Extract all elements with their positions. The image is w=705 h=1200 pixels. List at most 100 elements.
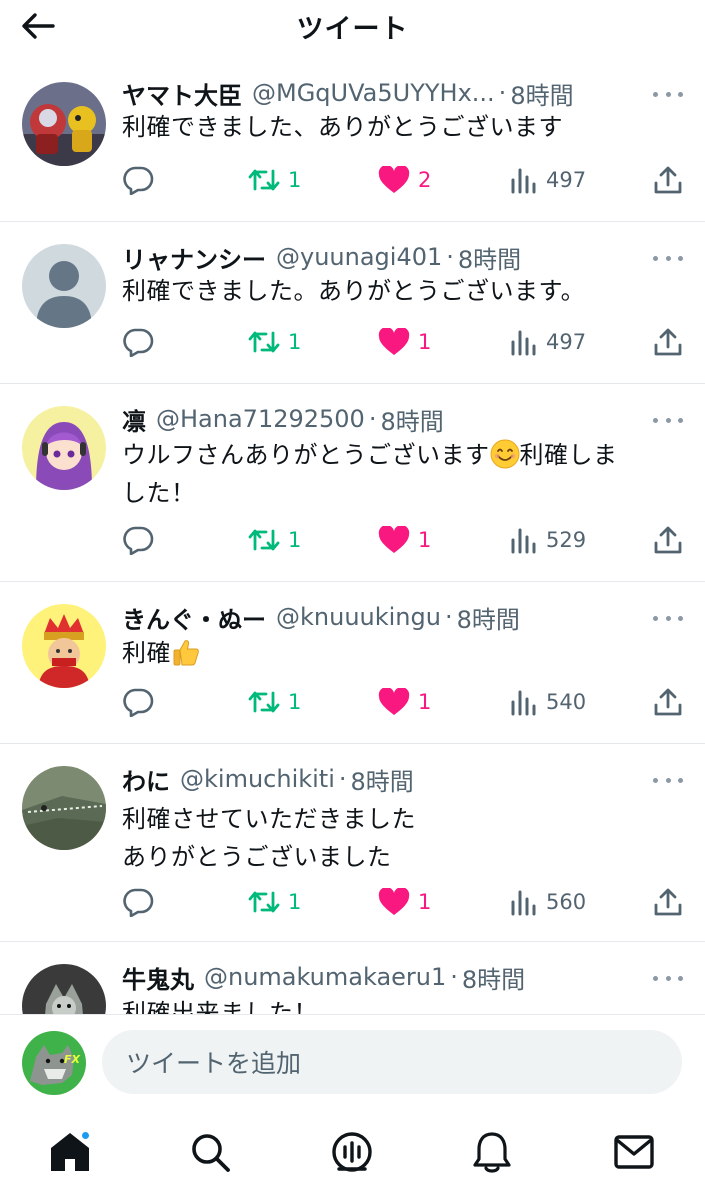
reply-text: 利確させていただきました ありがとうございました xyxy=(122,805,416,871)
retweet-count: 1 xyxy=(288,168,302,192)
like-button[interactable]: 1 xyxy=(378,684,431,720)
avatar[interactable] xyxy=(22,82,106,166)
retweet-count: 1 xyxy=(288,690,302,714)
page-title: ツイート xyxy=(296,13,409,45)
share-icon xyxy=(654,526,682,554)
author-name[interactable]: 凛 xyxy=(122,402,146,437)
reply-icon xyxy=(123,688,154,717)
avatar[interactable] xyxy=(22,604,106,688)
views-button[interactable]: 497 xyxy=(510,162,586,198)
nav-spaces[interactable] xyxy=(328,1128,376,1176)
separator-dot: · xyxy=(446,243,454,271)
reply-item[interactable]: わに @kimuchikiti · 8時間 利確させていただきました ありがとう… xyxy=(0,744,705,942)
messages-icon xyxy=(614,1135,654,1169)
like-button[interactable]: 1 xyxy=(378,324,431,360)
like-count: 1 xyxy=(418,690,432,714)
reply-button[interactable] xyxy=(122,162,154,198)
view-count: 497 xyxy=(546,330,587,354)
share-button[interactable] xyxy=(653,684,683,720)
nav-notifications[interactable] xyxy=(468,1128,516,1176)
share-button[interactable] xyxy=(653,324,683,360)
author-name[interactable]: わに xyxy=(122,762,170,797)
views-button[interactable]: 497 xyxy=(510,324,586,360)
more-options-button[interactable] xyxy=(653,774,683,786)
share-icon xyxy=(654,888,682,916)
author-name[interactable]: きんぐ・ぬー xyxy=(122,600,266,635)
like-button[interactable]: 1 xyxy=(378,522,431,558)
reply-button[interactable] xyxy=(122,324,154,360)
author-name[interactable]: ヤマト大臣 xyxy=(122,76,242,111)
timestamp[interactable]: 8時間 xyxy=(462,960,525,995)
timestamp[interactable]: 8時間 xyxy=(457,600,520,635)
avatar[interactable] xyxy=(22,244,106,328)
reply-button[interactable] xyxy=(122,684,154,720)
avatar[interactable] xyxy=(22,964,106,1015)
retweet-count: 1 xyxy=(288,890,302,914)
retweet-button[interactable]: 1 xyxy=(248,884,301,920)
analytics-icon xyxy=(511,168,536,194)
retweet-button[interactable]: 1 xyxy=(248,684,301,720)
heart-icon xyxy=(378,888,410,915)
reply-icon xyxy=(123,526,154,555)
views-button[interactable]: 540 xyxy=(510,684,586,720)
reply-text: 利確 xyxy=(122,634,687,672)
retweet-button[interactable]: 1 xyxy=(248,324,301,360)
author-handle[interactable]: @MGqUVa5UYYHx... xyxy=(252,79,495,107)
search-icon xyxy=(192,1134,230,1172)
nav-search[interactable] xyxy=(186,1128,234,1176)
like-count: 2 xyxy=(418,168,432,192)
my-avatar[interactable]: FX xyxy=(22,1031,86,1095)
author-handle[interactable]: @kimuchikiti xyxy=(180,765,335,793)
back-button[interactable] xyxy=(20,8,56,44)
avatar[interactable] xyxy=(22,766,106,850)
retweet-icon xyxy=(248,529,280,551)
share-button[interactable] xyxy=(653,884,683,920)
reply-button[interactable] xyxy=(122,884,154,920)
reply-item[interactable]: 凛 @Hana71292500 · 8時間 ウルフさんありがとうございます 利確し… xyxy=(0,384,705,582)
author-handle[interactable]: @yuunagi401 xyxy=(276,243,442,271)
smiling-face-emoji xyxy=(490,439,519,469)
add-tweet-input[interactable]: ツイートを追加 xyxy=(102,1030,682,1094)
reply-item[interactable]: きんぐ・ぬー @knuuukingu · 8時間 利確 1 1 540 xyxy=(0,582,705,744)
retweet-icon xyxy=(248,891,280,913)
more-options-button[interactable] xyxy=(653,252,683,264)
author-handle[interactable]: @numakumakaeru1 xyxy=(204,963,446,991)
author-handle[interactable]: @Hana71292500 xyxy=(156,405,365,433)
views-button[interactable]: 560 xyxy=(510,884,586,920)
reply-item[interactable]: 牛鬼丸 @numakumakaeru1 · 8時間 利確出来ました！ xyxy=(0,942,705,1015)
timestamp[interactable]: 8時間 xyxy=(380,402,443,437)
bottom-nav xyxy=(0,1108,705,1200)
reply-item[interactable]: ヤマト大臣 @MGqUVa5UYYHx... · 8時間 利確できました、ありが… xyxy=(0,60,705,222)
action-bar: 1 1 497 xyxy=(122,324,683,360)
share-button[interactable] xyxy=(653,522,683,558)
share-button[interactable] xyxy=(653,162,683,198)
timestamp[interactable]: 8時間 xyxy=(510,76,573,111)
reply-button[interactable] xyxy=(122,522,154,558)
heart-icon xyxy=(378,526,410,553)
nav-home[interactable] xyxy=(46,1128,94,1176)
avatar[interactable] xyxy=(22,406,106,490)
like-button[interactable]: 1 xyxy=(378,884,431,920)
retweet-count: 1 xyxy=(288,528,302,552)
more-options-button[interactable] xyxy=(653,88,683,100)
retweet-button[interactable]: 1 xyxy=(248,522,301,558)
author-name[interactable]: リャナンシー xyxy=(122,240,266,275)
reply-text-part: ウルフさんありがとうございます xyxy=(122,441,490,469)
action-bar: 1 1 529 xyxy=(122,522,683,558)
reply-item[interactable]: リャナンシー @yuunagi401 · 8時間 利確できました。ありがとうござ… xyxy=(0,222,705,384)
heart-icon xyxy=(378,328,410,355)
nav-messages[interactable] xyxy=(610,1128,658,1176)
action-bar: 1 1 540 xyxy=(122,684,683,720)
more-options-button[interactable] xyxy=(653,612,683,624)
timestamp[interactable]: 8時間 xyxy=(351,762,414,797)
view-count: 560 xyxy=(546,890,587,914)
author-name[interactable]: 牛鬼丸 xyxy=(122,960,194,995)
timestamp[interactable]: 8時間 xyxy=(458,240,521,275)
retweet-button[interactable]: 1 xyxy=(248,162,301,198)
like-button[interactable]: 2 xyxy=(378,162,431,198)
author-handle[interactable]: @knuuukingu xyxy=(276,603,441,631)
more-options-button[interactable] xyxy=(653,972,683,984)
views-button[interactable]: 529 xyxy=(510,522,586,558)
reply-text: 利確できました、ありがとうございます xyxy=(122,113,563,141)
more-options-button[interactable] xyxy=(653,414,683,426)
